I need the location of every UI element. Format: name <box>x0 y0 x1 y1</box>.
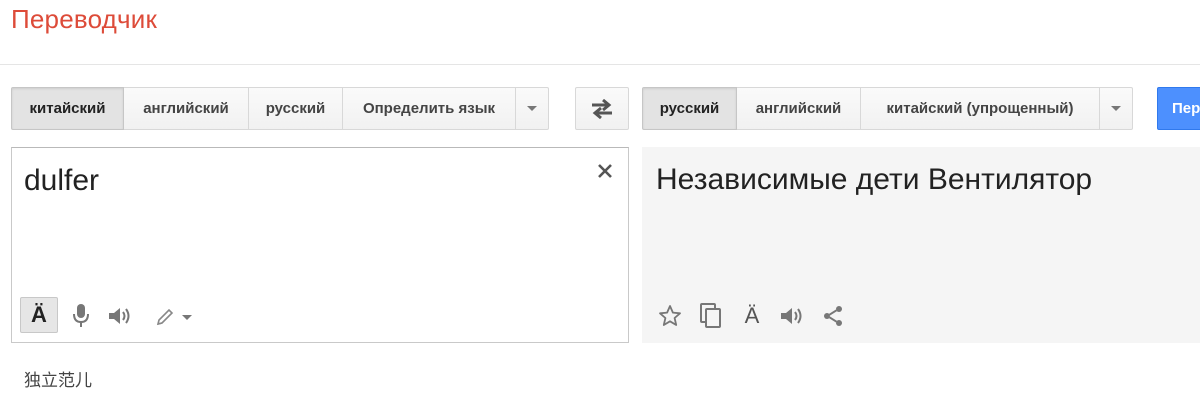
swap-languages-button[interactable] <box>575 87 629 130</box>
share-icon <box>824 306 842 326</box>
swap-icon <box>592 98 612 119</box>
chevron-down-icon <box>1111 106 1121 111</box>
listen-translation-button[interactable] <box>778 302 806 330</box>
microphone-button[interactable] <box>68 300 94 332</box>
target-lang-dropdown[interactable] <box>1100 87 1133 130</box>
chevron-down-icon <box>527 106 537 111</box>
source-lang-detect[interactable]: Определить язык <box>343 87 516 130</box>
source-lang-label: английский <box>143 100 229 117</box>
source-language-bar: китайский английский русский Определить … <box>11 87 549 130</box>
star-button[interactable] <box>656 302 684 330</box>
source-lang-label: Определить язык <box>362 100 496 117</box>
source-text[interactable]: dulfer <box>24 164 99 198</box>
handwriting-button[interactable] <box>148 304 198 330</box>
share-button[interactable] <box>819 302 847 330</box>
target-lang-chinese-simplified[interactable]: китайский (упрощенный) <box>861 87 1100 130</box>
target-lang-label: китайский (упрощенный) <box>886 100 1074 117</box>
header-divider <box>0 64 1200 65</box>
source-romanization: 独立范儿 <box>24 371 92 391</box>
star-icon <box>659 305 681 326</box>
speaker-icon <box>781 308 802 324</box>
copy-button[interactable] <box>697 302 725 330</box>
pencil-icon <box>156 308 174 326</box>
close-icon <box>598 164 612 178</box>
source-textarea[interactable]: dulfer Ä <box>11 147 629 343</box>
source-lang-label: русский <box>265 100 326 117</box>
translate-button-label: Пер <box>1172 100 1200 117</box>
clear-button[interactable] <box>594 160 616 182</box>
romanization-label: Ä <box>744 303 760 328</box>
source-lang-english[interactable]: английский <box>124 87 249 130</box>
romanization-toggle[interactable]: Ä <box>738 302 766 330</box>
ime-label: Ä <box>31 302 47 327</box>
translation-text: Независимые дети Вентилятор <box>656 163 1093 196</box>
source-lang-dropdown[interactable] <box>516 87 549 130</box>
source-lang-chinese[interactable]: китайский <box>11 87 124 130</box>
target-lang-english[interactable]: английский <box>737 87 861 130</box>
translate-button[interactable]: Пер <box>1157 87 1200 130</box>
app-title: Переводчик <box>11 4 158 34</box>
target-lang-label: английский <box>755 100 842 117</box>
target-lang-russian[interactable]: русский <box>642 87 737 130</box>
translation-output: Независимые дети Вентилятор Ä <box>642 147 1200 343</box>
target-lang-label: русский <box>659 100 720 117</box>
target-language-bar: русский английский китайский (упрощенный… <box>642 87 1133 130</box>
source-lang-label: китайский <box>29 100 106 117</box>
copy-icon <box>700 303 721 328</box>
input-tools-button[interactable]: Ä <box>20 297 58 333</box>
chevron-down-icon <box>182 314 192 320</box>
microphone-icon <box>73 304 89 327</box>
source-lang-russian[interactable]: русский <box>249 87 343 130</box>
speaker-icon <box>109 308 130 324</box>
listen-source-button[interactable] <box>107 302 133 330</box>
